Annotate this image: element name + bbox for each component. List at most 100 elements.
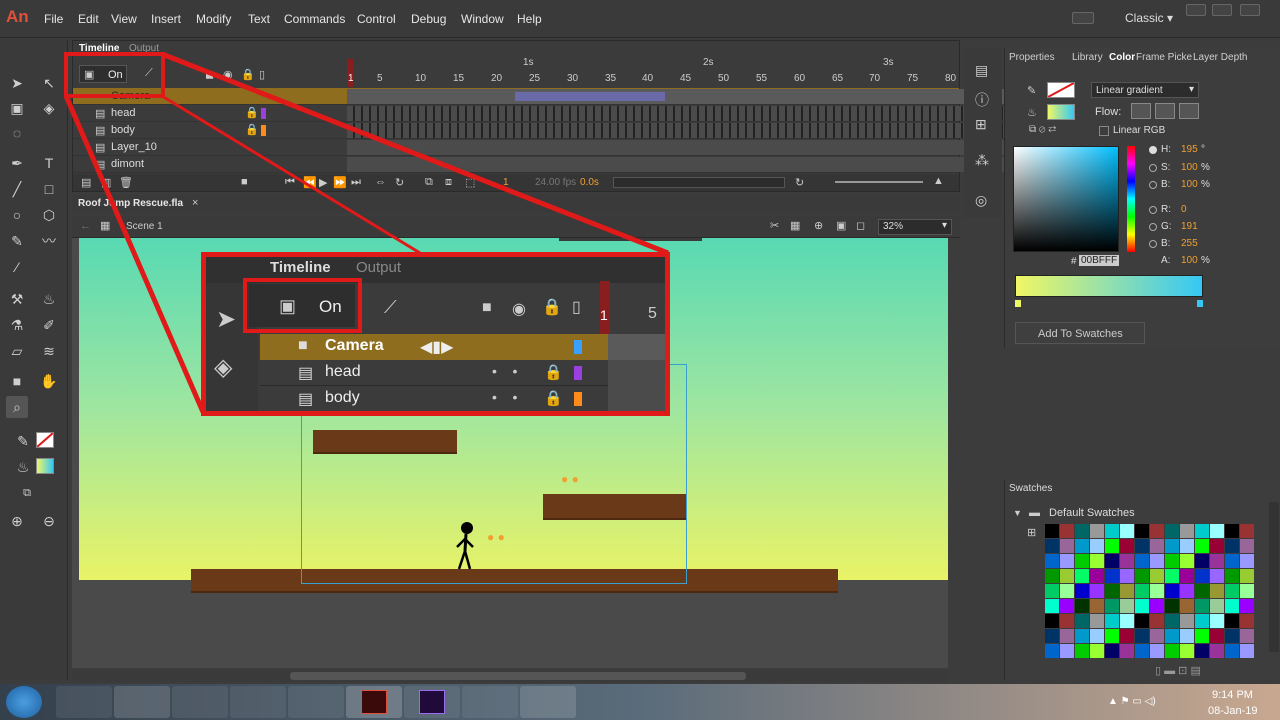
explorer-icon[interactable] [114, 686, 170, 718]
swatch[interactable] [1060, 569, 1074, 583]
cc-libraries-icon[interactable]: ◎ [975, 192, 987, 209]
swatch[interactable] [1180, 644, 1194, 658]
swatch[interactable] [1150, 569, 1164, 583]
swatch[interactable] [1060, 524, 1074, 538]
swatch[interactable] [1210, 569, 1224, 583]
swatch[interactable] [1150, 584, 1164, 598]
hsb-value[interactable]: 100 [1181, 162, 1198, 173]
hsb-value[interactable]: 195 [1181, 144, 1198, 155]
hsb-radio[interactable] [1149, 146, 1157, 154]
chrome-icon[interactable] [230, 686, 286, 718]
properties-icon[interactable]: ▤ [975, 62, 988, 79]
swatch[interactable] [1180, 584, 1194, 598]
swatch[interactable] [1225, 644, 1239, 658]
swatch[interactable] [1135, 584, 1149, 598]
swatch[interactable] [1225, 614, 1239, 628]
swatch[interactable] [1210, 644, 1224, 658]
swatch[interactable] [1120, 539, 1134, 553]
rgb-value[interactable]: 191 [1181, 221, 1198, 232]
swatch[interactable] [1225, 629, 1239, 643]
linear-rgb-checkbox[interactable] [1099, 126, 1109, 136]
gradient-type-select[interactable]: Linear gradient ▾ [1091, 82, 1199, 98]
swatch[interactable] [1075, 569, 1089, 583]
swatch[interactable] [1180, 599, 1194, 613]
rgb-radio[interactable] [1149, 240, 1157, 248]
color-picker-field[interactable] [1013, 146, 1119, 252]
swatch[interactable] [1225, 569, 1239, 583]
audio-app-icon[interactable] [462, 686, 518, 718]
swatch[interactable] [1045, 644, 1059, 658]
tab-library[interactable]: Library [1072, 52, 1103, 63]
swatch[interactable] [1165, 629, 1179, 643]
swatch[interactable] [1225, 554, 1239, 568]
swatch[interactable] [1075, 539, 1089, 553]
swatch[interactable] [1240, 569, 1254, 583]
swap-icon[interactable]: ⧉ ⊘ ⇄ [1029, 124, 1056, 135]
alpha-value[interactable]: 100 [1181, 255, 1198, 266]
swatch[interactable] [1105, 554, 1119, 568]
swatch[interactable] [1180, 539, 1194, 553]
swatch[interactable] [1180, 554, 1194, 568]
hex-input[interactable]: 00BFFF [1079, 255, 1120, 266]
swatch[interactable] [1135, 569, 1149, 583]
clock-time[interactable]: 9:14 PM [1212, 689, 1253, 701]
swatch[interactable] [1060, 599, 1074, 613]
swatch[interactable] [1135, 539, 1149, 553]
components-icon[interactable]: ⁂ [975, 152, 989, 169]
swatch[interactable] [1225, 524, 1239, 538]
swatch[interactable] [1195, 614, 1209, 628]
swatch[interactable] [1120, 614, 1134, 628]
swatch[interactable] [1105, 629, 1119, 643]
swatch[interactable] [1150, 644, 1164, 658]
swatch-grid[interactable] [1045, 524, 1255, 658]
swatch[interactable] [1120, 584, 1134, 598]
tab-swatches[interactable]: Swatches [1009, 483, 1052, 494]
swatch[interactable] [1135, 599, 1149, 613]
swatch[interactable] [1105, 599, 1119, 613]
swatch[interactable] [1240, 524, 1254, 538]
swatch[interactable] [1045, 524, 1059, 538]
hsb-radio[interactable] [1149, 181, 1157, 189]
swatch[interactable] [1195, 569, 1209, 583]
hsb-value[interactable]: 100 [1181, 179, 1198, 190]
ie-icon[interactable] [56, 686, 112, 718]
swatch[interactable] [1120, 569, 1134, 583]
swatch[interactable] [1120, 524, 1134, 538]
tab-layer-depth[interactable]: Layer Depth [1193, 52, 1247, 63]
swatch[interactable] [1105, 569, 1119, 583]
swatch-actions-icon[interactable]: ▯ ▬ ⊡ ▤ [1155, 664, 1201, 677]
add-to-swatches-button[interactable]: Add To Swatches [1015, 322, 1145, 344]
swatch[interactable] [1240, 584, 1254, 598]
swatch[interactable] [1120, 599, 1134, 613]
swatch[interactable] [1105, 614, 1119, 628]
app-icon[interactable] [520, 686, 576, 718]
premiere-icon[interactable] [404, 686, 460, 718]
swatch[interactable] [1105, 584, 1119, 598]
swatch[interactable] [1075, 584, 1089, 598]
swatch-group-name[interactable]: Default Swatches [1049, 507, 1135, 519]
swatch[interactable] [1240, 599, 1254, 613]
swatch[interactable] [1195, 599, 1209, 613]
swatch[interactable] [1195, 629, 1209, 643]
swatch[interactable] [1210, 584, 1224, 598]
flow-extend-button[interactable] [1131, 103, 1151, 119]
tab-properties[interactable]: Properties [1009, 52, 1055, 63]
swatch[interactable] [1105, 644, 1119, 658]
stroke-swatch[interactable] [1047, 82, 1075, 98]
swatch[interactable] [1075, 554, 1089, 568]
fill-swatch[interactable] [1047, 104, 1075, 120]
swatch[interactable] [1180, 569, 1194, 583]
swatch[interactable] [1180, 614, 1194, 628]
hue-slider[interactable] [1127, 146, 1135, 252]
swatch[interactable] [1090, 569, 1104, 583]
swatch[interactable] [1240, 539, 1254, 553]
swatch[interactable] [1120, 629, 1134, 643]
swatch[interactable] [1240, 554, 1254, 568]
swatch[interactable] [1240, 614, 1254, 628]
swatch[interactable] [1135, 554, 1149, 568]
swatch[interactable] [1075, 644, 1089, 658]
swatch[interactable] [1045, 629, 1059, 643]
gradient-stop-left[interactable] [1015, 300, 1021, 307]
swatch[interactable] [1165, 614, 1179, 628]
rgb-radio[interactable] [1149, 206, 1157, 214]
